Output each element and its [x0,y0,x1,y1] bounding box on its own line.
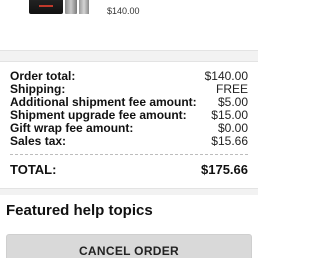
summary-label: Order total: [10,69,76,83]
summary-value: $0.00 [217,121,248,135]
console-silver-icon [65,0,77,14]
summary-label: Shipment upgrade fee amount: [10,108,187,122]
summary-row-shipping: Shipping: FREE [10,83,248,95]
console-silver-icon [79,0,89,14]
summary-row-gift-wrap-fee: Gift wrap fee amount: $0.00 [10,122,248,134]
summary-value: $15.00 [211,108,248,122]
cancel-order-button[interactable]: CANCEL ORDER [6,234,252,258]
total-label: TOTAL: [10,162,57,177]
summary-row-shipment-upgrade-fee: Shipment upgrade fee amount: $15.00 [10,109,248,121]
total-value: $175.66 [201,162,248,177]
section-separator [0,51,258,62]
order-summary: Order total: $140.00 Shipping: FREE Addi… [0,62,258,196]
product-card[interactable]: $140.00 [0,0,258,51]
order-details-page: $140.00 Order total: $140.00 Shipping: F… [0,0,258,258]
summary-label: Shipping: [10,82,66,96]
summary-value: FREE [215,82,248,96]
summary-label: Gift wrap fee amount: [10,121,134,135]
summary-label: Additional shipment fee amount: [10,95,197,109]
summary-label: Sales tax: [10,134,67,148]
product-price: $140.00 [107,6,140,16]
product-image[interactable] [29,0,89,16]
summary-value: $5.00 [217,95,248,109]
section-separator [0,188,258,195]
summary-divider [10,154,248,155]
summary-value: $140.00 [204,69,248,83]
summary-row-total: TOTAL: $175.66 [10,162,248,178]
summary-row-sales-tax: Sales tax: $15.66 [10,135,248,147]
console-black-icon [29,0,63,14]
summary-row-order-total: Order total: $140.00 [10,70,248,82]
summary-row-additional-shipment-fee: Additional shipment fee amount: $5.00 [10,96,248,108]
featured-help-heading: Featured help topics [6,202,153,219]
summary-value: $15.66 [211,134,248,148]
